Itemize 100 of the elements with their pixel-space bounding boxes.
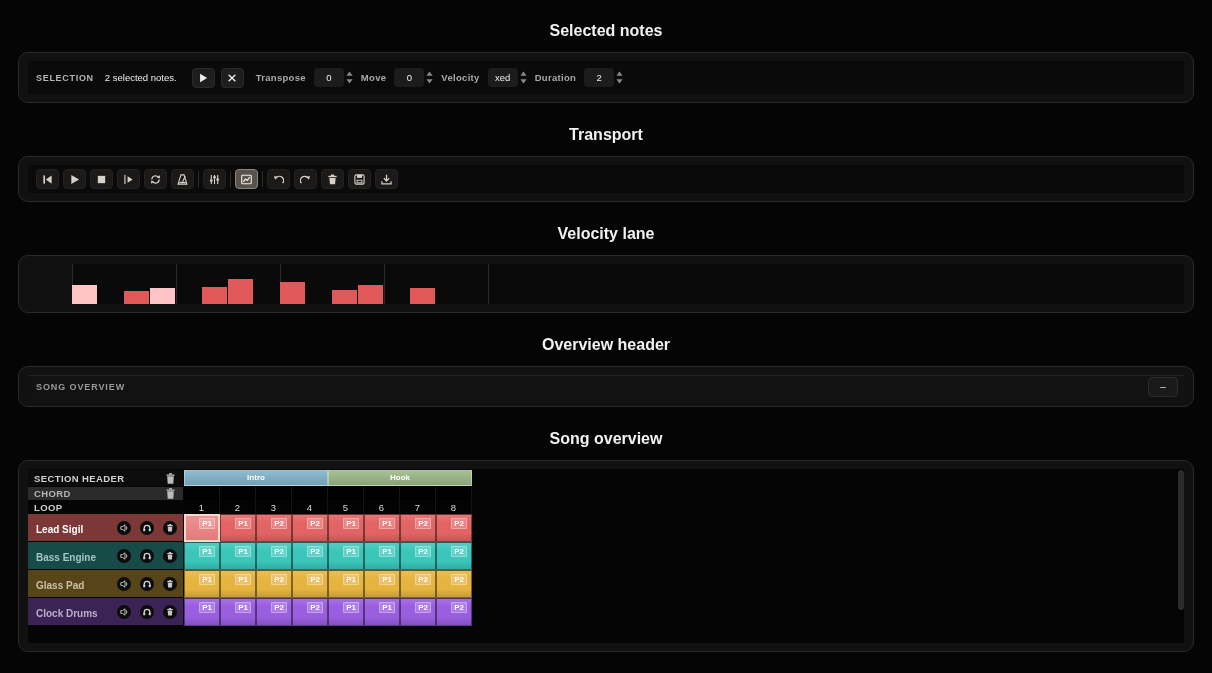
clip[interactable]: P2 bbox=[256, 570, 292, 598]
number-field[interactable]: 2 bbox=[584, 68, 615, 87]
clip[interactable]: P1 bbox=[364, 570, 400, 598]
clip[interactable]: P1 bbox=[220, 542, 256, 570]
clip[interactable]: P2 bbox=[292, 598, 328, 626]
clip[interactable]: P1 bbox=[220, 570, 256, 598]
skip-to-start-button[interactable] bbox=[36, 169, 59, 189]
clip[interactable]: P1 bbox=[220, 514, 256, 542]
clip[interactable]: P2 bbox=[400, 514, 436, 542]
section-block[interactable]: Hook bbox=[328, 470, 472, 486]
redo-button[interactable] bbox=[294, 169, 317, 189]
trash-icon[interactable] bbox=[166, 488, 175, 499]
pattern-tag: P2 bbox=[271, 546, 287, 557]
trash-icon[interactable] bbox=[163, 604, 177, 619]
pattern-tag: P2 bbox=[307, 518, 323, 529]
save-button[interactable] bbox=[348, 169, 371, 189]
number-field[interactable]: 0 bbox=[394, 68, 425, 87]
pattern-tag: P1 bbox=[379, 574, 395, 585]
pattern-tag: P1 bbox=[379, 546, 395, 557]
stop-icon bbox=[96, 173, 107, 185]
pattern-tag: P1 bbox=[235, 574, 251, 585]
undo-button[interactable] bbox=[267, 169, 290, 189]
clip[interactable]: P2 bbox=[256, 598, 292, 626]
download-button[interactable] bbox=[375, 169, 398, 189]
pattern-tag: P2 bbox=[307, 574, 323, 585]
pattern-tag: P2 bbox=[307, 546, 323, 557]
pattern-tag: P1 bbox=[343, 518, 359, 529]
clip[interactable]: P2 bbox=[256, 514, 292, 542]
track-header[interactable]: Clock Drums bbox=[28, 598, 183, 625]
velocity-slider[interactable] bbox=[72, 264, 98, 304]
speaker-icon[interactable] bbox=[117, 548, 131, 563]
headphones-icon[interactable] bbox=[140, 520, 154, 535]
trash-icon[interactable] bbox=[163, 520, 177, 535]
pattern-tag: P2 bbox=[451, 546, 467, 557]
trash-icon[interactable] bbox=[166, 472, 175, 484]
pattern-tag: P1 bbox=[199, 602, 215, 613]
loop-button[interactable] bbox=[144, 169, 167, 189]
scrollbar-thumb[interactable] bbox=[1178, 470, 1184, 610]
step-forward-button[interactable] bbox=[117, 169, 140, 189]
pattern-tag: P2 bbox=[415, 518, 431, 529]
clip[interactable]: P2 bbox=[400, 570, 436, 598]
velocity-slider[interactable] bbox=[280, 264, 306, 304]
headphones-icon[interactable] bbox=[140, 548, 154, 563]
clip[interactable]: P2 bbox=[436, 514, 472, 542]
headphones-icon[interactable] bbox=[140, 576, 154, 591]
clip[interactable]: P1 bbox=[328, 598, 364, 626]
loop-arrows-icon bbox=[150, 173, 161, 185]
clip[interactable]: P2 bbox=[436, 570, 472, 598]
pattern-tag: P2 bbox=[271, 574, 287, 585]
bar-label: SONG OVERVIEW bbox=[36, 382, 126, 392]
clip[interactable]: P1 bbox=[184, 514, 220, 542]
clip[interactable]: P1 bbox=[220, 598, 256, 626]
number-field[interactable]: xed bbox=[487, 68, 518, 87]
collapse-button[interactable]: – bbox=[1148, 377, 1178, 397]
line-chart-icon bbox=[241, 173, 252, 185]
chart-toggle-button[interactable] bbox=[235, 169, 258, 189]
stop-button[interactable] bbox=[90, 169, 113, 189]
clip[interactable]: P1 bbox=[184, 570, 220, 598]
clip[interactable]: P2 bbox=[292, 542, 328, 570]
track-header[interactable]: Lead Sigil bbox=[28, 514, 183, 541]
clip[interactable]: P1 bbox=[328, 570, 364, 598]
clip[interactable]: P2 bbox=[400, 542, 436, 570]
trash-icon bbox=[327, 173, 338, 185]
clip[interactable]: P1 bbox=[184, 542, 220, 570]
play-button[interactable] bbox=[191, 67, 215, 88]
pattern-tag: P2 bbox=[307, 602, 323, 613]
number-field[interactable]: 0 bbox=[313, 68, 344, 87]
section-block[interactable]: Intro bbox=[184, 470, 328, 486]
play-button[interactable] bbox=[63, 169, 86, 189]
section-title: Overview header bbox=[541, 335, 671, 355]
trash-icon[interactable] bbox=[163, 548, 177, 563]
mixer-button[interactable] bbox=[203, 169, 226, 189]
clear-button[interactable] bbox=[220, 67, 244, 88]
clip[interactable]: P1 bbox=[184, 598, 220, 626]
speaker-icon[interactable] bbox=[117, 520, 131, 535]
clip[interactable]: P1 bbox=[364, 542, 400, 570]
clip[interactable]: P1 bbox=[364, 514, 400, 542]
clip[interactable]: P2 bbox=[400, 598, 436, 626]
metronome-button[interactable] bbox=[171, 169, 194, 189]
clip[interactable]: P2 bbox=[436, 542, 472, 570]
clip[interactable]: P2 bbox=[292, 514, 328, 542]
clip[interactable]: P2 bbox=[256, 542, 292, 570]
headphones-icon[interactable] bbox=[140, 604, 154, 619]
clip[interactable]: P1 bbox=[328, 542, 364, 570]
clip[interactable]: P1 bbox=[328, 514, 364, 542]
clip[interactable]: P2 bbox=[292, 570, 328, 598]
play-icon bbox=[198, 72, 209, 83]
section-title: Selected notes bbox=[549, 21, 663, 41]
speaker-icon[interactable] bbox=[117, 604, 131, 619]
speaker-icon[interactable] bbox=[117, 576, 131, 591]
delete-button[interactable] bbox=[321, 169, 344, 189]
clip[interactable]: P2 bbox=[436, 598, 472, 626]
skip-back-icon bbox=[42, 173, 53, 185]
trash-icon[interactable] bbox=[163, 576, 177, 591]
pattern-tag: P1 bbox=[235, 518, 251, 529]
field-label: Move bbox=[360, 72, 387, 83]
clip[interactable]: P1 bbox=[364, 598, 400, 626]
track-header[interactable]: Bass Engine bbox=[28, 542, 183, 569]
track-header[interactable]: Glass Pad bbox=[28, 570, 183, 597]
field-label: Duration bbox=[534, 72, 577, 83]
